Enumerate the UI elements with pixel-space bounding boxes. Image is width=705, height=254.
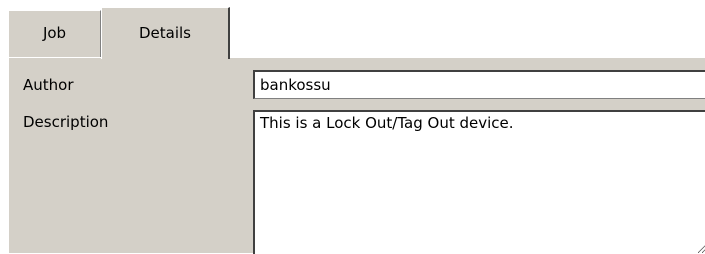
tab-details-label: Details — [138, 23, 191, 42]
author-label: Author — [23, 76, 74, 94]
description-field[interactable]: This is a Lock Out/Tag Out device. — [253, 110, 705, 254]
tab-details[interactable]: Details — [101, 7, 230, 59]
details-panel: Author Description This is a Lock Out/Ta… — [8, 57, 705, 254]
tab-job[interactable]: Job — [8, 10, 101, 57]
author-field[interactable] — [253, 70, 705, 99]
description-label: Description — [23, 113, 109, 131]
tab-job-label: Job — [42, 24, 67, 42]
